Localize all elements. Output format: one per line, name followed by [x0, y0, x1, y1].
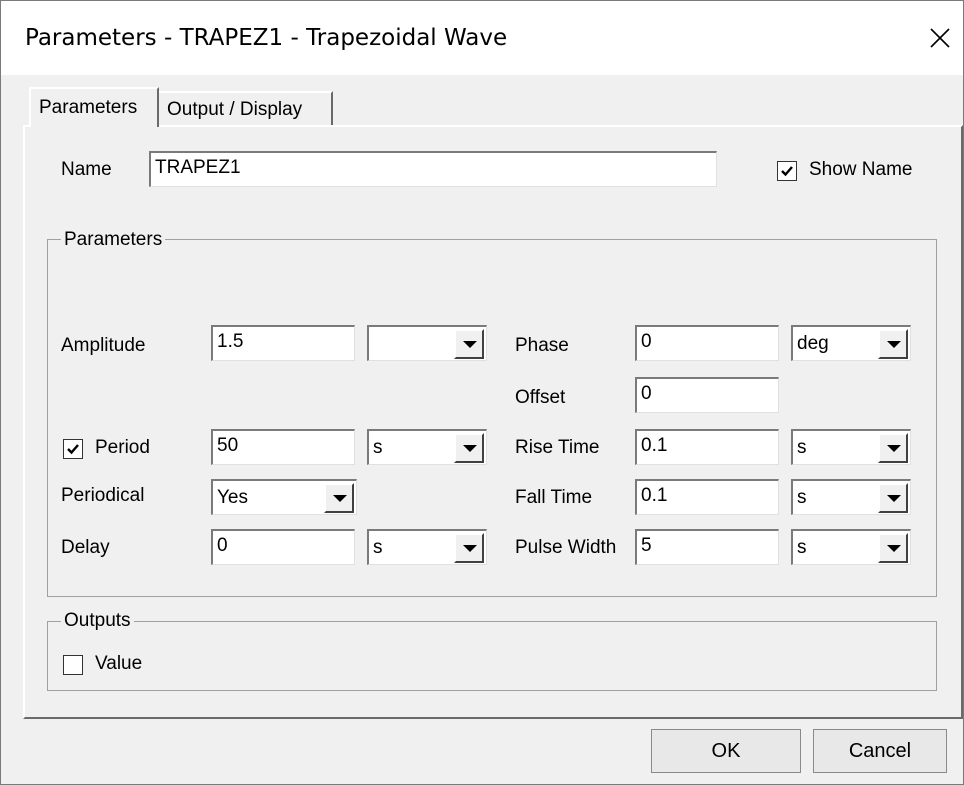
name-label: Name	[61, 159, 112, 180]
cancel-button[interactable]: Cancel	[813, 729, 947, 773]
period-checkbox[interactable]	[63, 439, 83, 459]
chevron-down-icon[interactable]	[454, 533, 484, 563]
rise-time-unit-value: s	[797, 437, 807, 458]
delay-label: Delay	[61, 537, 110, 558]
period-unit-select[interactable]: s	[367, 429, 487, 465]
amplitude-value: 1.5	[217, 331, 244, 352]
rise-time-value: 0.1	[641, 435, 668, 456]
chevron-down-icon[interactable]	[454, 433, 484, 463]
show-name-label: Show Name	[809, 159, 913, 180]
value-checkbox[interactable]	[63, 655, 83, 675]
title-bar: Parameters - TRAPEZ1 - Trapezoidal Wave	[1, 1, 963, 75]
amplitude-field[interactable]: 1.5	[211, 325, 355, 361]
pulse-width-unit-select[interactable]: s	[791, 529, 911, 565]
chevron-down-icon[interactable]	[878, 329, 908, 359]
phase-unit-select[interactable]: deg	[791, 325, 911, 361]
delay-value: 0	[217, 535, 228, 556]
close-icon[interactable]	[923, 21, 957, 55]
fall-time-field[interactable]: 0.1	[635, 479, 779, 515]
chevron-down-icon[interactable]	[324, 483, 354, 513]
phase-label: Phase	[515, 335, 569, 356]
window-title: Parameters - TRAPEZ1 - Trapezoidal Wave	[25, 25, 508, 51]
fall-time-unit-value: s	[797, 487, 807, 508]
show-name-checkbox[interactable]	[777, 161, 797, 181]
name-field-value: TRAPEZ1	[155, 157, 241, 178]
chevron-down-icon[interactable]	[878, 433, 908, 463]
delay-field[interactable]: 0	[211, 529, 355, 565]
period-field[interactable]: 50	[211, 429, 355, 465]
periodical-select[interactable]: Yes	[211, 479, 357, 515]
offset-label: Offset	[515, 387, 566, 408]
period-value: 50	[217, 435, 239, 456]
fall-time-label: Fall Time	[515, 487, 593, 508]
delay-unit-value: s	[373, 537, 383, 558]
tab-parameters-label: Parameters	[39, 97, 138, 118]
tab-output-display-label: Output / Display	[167, 99, 303, 120]
ok-button[interactable]: OK	[651, 729, 801, 773]
pulse-width-unit-value: s	[797, 537, 807, 558]
rise-time-field[interactable]: 0.1	[635, 429, 779, 465]
pulse-width-value: 5	[641, 535, 652, 556]
chevron-down-icon[interactable]	[878, 533, 908, 563]
delay-unit-select[interactable]: s	[367, 529, 487, 565]
tab-output-display[interactable]: Output / Display	[159, 91, 333, 127]
checkmark-icon	[67, 444, 79, 455]
offset-field[interactable]: 0	[635, 377, 779, 413]
phase-unit-value: deg	[797, 333, 829, 354]
fall-time-unit-select[interactable]: s	[791, 479, 911, 515]
outputs-group-title: Outputs	[61, 610, 134, 632]
value-label: Value	[95, 653, 143, 674]
chevron-down-icon[interactable]	[878, 483, 908, 513]
phase-value: 0	[641, 331, 652, 352]
period-label: Period	[95, 437, 150, 458]
amplitude-unit-select[interactable]	[367, 325, 487, 361]
periodical-value: Yes	[217, 487, 248, 508]
rise-time-unit-select[interactable]: s	[791, 429, 911, 465]
rise-time-label: Rise Time	[515, 437, 600, 458]
pulse-width-label: Pulse Width	[515, 537, 617, 558]
checkmark-icon	[781, 166, 793, 177]
offset-value: 0	[641, 383, 652, 404]
name-field[interactable]: TRAPEZ1	[149, 151, 717, 187]
fall-time-value: 0.1	[641, 485, 668, 506]
phase-field[interactable]: 0	[635, 325, 779, 361]
amplitude-label: Amplitude	[61, 335, 146, 356]
tab-parameters[interactable]: Parameters	[29, 87, 159, 127]
periodical-label: Periodical	[61, 485, 145, 506]
period-unit-value: s	[373, 437, 383, 458]
outputs-group	[47, 621, 937, 691]
parameters-group-title: Parameters	[61, 229, 166, 251]
chevron-down-icon[interactable]	[454, 329, 484, 359]
pulse-width-field[interactable]: 5	[635, 529, 779, 565]
dialog-window: Parameters - TRAPEZ1 - Trapezoidal Wave …	[0, 0, 964, 785]
